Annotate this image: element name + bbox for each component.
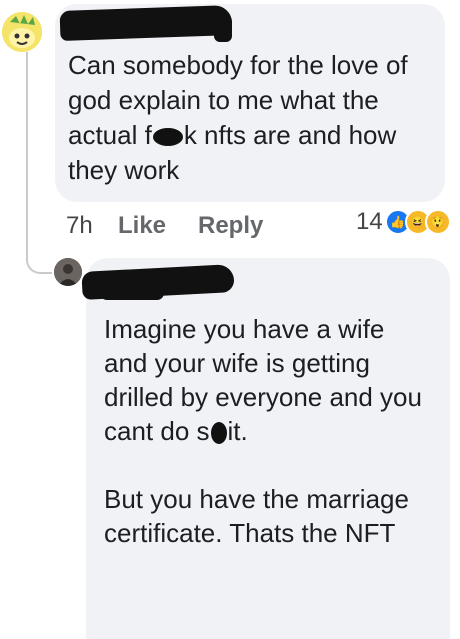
profile-photo-icon	[54, 258, 82, 286]
reply-text-end: it.	[227, 416, 248, 446]
censor-blot	[152, 128, 183, 147]
comment-text: Can somebody for the love of god explain…	[68, 48, 438, 188]
comment-timestamp[interactable]: 7h	[66, 212, 93, 240]
redacted-commenter-name	[59, 5, 233, 41]
censor-blot	[210, 422, 227, 445]
commenter-avatar[interactable]	[2, 12, 42, 52]
thread-connector	[26, 254, 52, 274]
redacted-name-fragment	[214, 16, 232, 42]
reply-paragraph-1: Imagine you have a wife and your wife is…	[104, 312, 434, 448]
reply-text: Imagine you have a wife and your wife is…	[104, 312, 434, 550]
reaction-count: 14	[356, 208, 383, 235]
reply-button[interactable]: Reply	[198, 212, 263, 240]
wow-reaction-icon: 😲	[424, 209, 451, 235]
reply-paragraph-2: But you have the marriage certificate. T…	[104, 484, 409, 548]
pineapple-avatar-icon	[2, 12, 42, 52]
reply-text-start: Imagine you have a wife and your wife is…	[104, 314, 422, 446]
like-button[interactable]: Like	[118, 212, 166, 240]
replier-avatar[interactable]	[54, 258, 82, 286]
redacted-name-fragment	[100, 286, 164, 300]
thread-line	[26, 52, 28, 262]
reactions-summary[interactable]: 14 👍 😆 😲	[356, 208, 451, 236]
